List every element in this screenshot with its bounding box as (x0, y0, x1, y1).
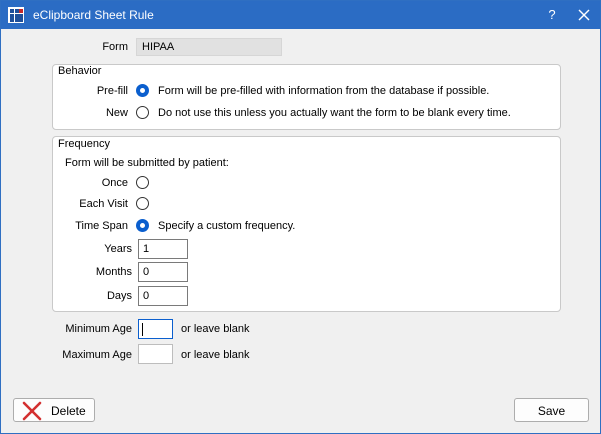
form-name-field: HIPAA (136, 38, 282, 56)
dialog-window: eClipboard Sheet Rule ? Form HIPAA Behav… (0, 0, 601, 434)
months-label: Months (95, 266, 132, 278)
grid-app-icon (8, 7, 24, 23)
close-icon (578, 9, 590, 21)
form-label: Form (102, 41, 128, 53)
frequency-intro: Form will be submitted by patient: (65, 157, 229, 169)
time-span-label[interactable]: Time Span (51, 220, 128, 232)
help-button[interactable]: ? (542, 6, 562, 24)
red-x-icon (22, 401, 42, 421)
delete-button[interactable]: Delete (13, 398, 95, 422)
title-bar[interactable]: eClipboard Sheet Rule ? (1, 1, 600, 29)
each-visit-label[interactable]: Each Visit (51, 198, 128, 210)
days-label: Days (106, 290, 132, 302)
new-description[interactable]: Do not use this unless you actually want… (158, 107, 511, 119)
years-label: Years (104, 243, 132, 255)
maximum-age-input[interactable] (138, 344, 173, 364)
prefill-radio[interactable] (136, 84, 149, 97)
save-button-label: Save (537, 404, 566, 418)
minimum-age-label: Minimum Age (65, 323, 132, 335)
prefill-description[interactable]: Form will be pre-filled with information… (158, 85, 489, 97)
close-button[interactable] (573, 5, 595, 25)
minimum-age-hint: or leave blank (181, 323, 250, 335)
maximum-age-hint: or leave blank (181, 349, 250, 361)
each-visit-radio[interactable] (136, 197, 149, 210)
window-title: eClipboard Sheet Rule (33, 8, 154, 22)
once-radio[interactable] (136, 176, 149, 189)
once-label[interactable]: Once (61, 177, 128, 189)
days-input[interactable]: 0 (138, 286, 188, 306)
years-input[interactable]: 1 (138, 239, 188, 259)
text-caret (142, 323, 143, 336)
save-button[interactable]: Save (514, 398, 589, 422)
months-input[interactable]: 0 (138, 262, 188, 282)
behavior-group-title: Behavior (58, 65, 102, 77)
new-radio[interactable] (136, 106, 149, 119)
new-label[interactable]: New (61, 107, 128, 119)
behavior-group (52, 64, 561, 130)
frequency-group-title: Frequency (58, 138, 110, 150)
minimum-age-input[interactable] (138, 319, 173, 339)
time-span-radio[interactable] (136, 219, 149, 232)
delete-button-label: Delete (51, 404, 86, 418)
time-span-description[interactable]: Specify a custom frequency. (158, 220, 295, 232)
prefill-label[interactable]: Pre-fill (61, 85, 128, 97)
maximum-age-label: Maximum Age (62, 349, 132, 361)
